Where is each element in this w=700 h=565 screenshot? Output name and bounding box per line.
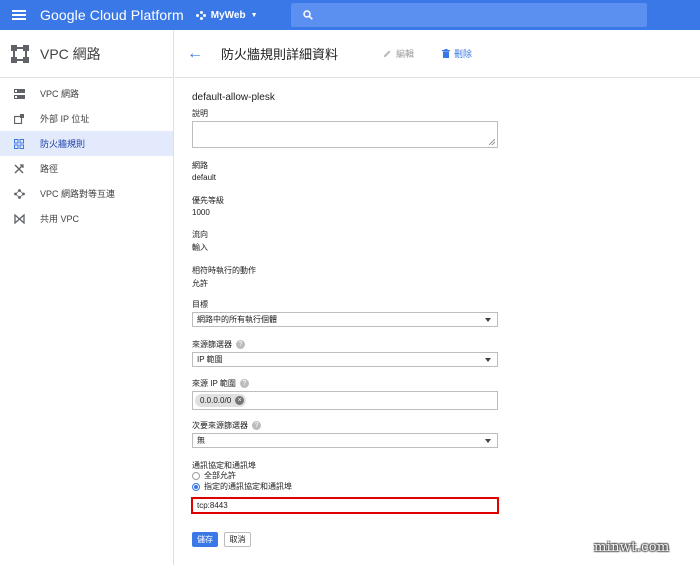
dropdown-arrow-icon — [485, 318, 491, 322]
sidebar-title: VPC 網路 — [40, 45, 101, 62]
search-input[interactable] — [291, 3, 647, 27]
sidebar-item-external-ip[interactable]: 外部 IP 位址 — [0, 106, 173, 131]
network-icon — [13, 88, 25, 100]
ports-value: tcp:8443 — [197, 501, 228, 510]
project-dots-icon — [195, 10, 206, 20]
edit-button[interactable]: 編輯 — [383, 47, 414, 60]
dropdown-arrow-icon — [485, 358, 491, 362]
top-app-bar: Google Cloud Platform MyWeb ▼ — [0, 0, 700, 30]
sidebar-item-label: 路徑 — [40, 164, 59, 174]
vpc-network-logo-icon — [11, 44, 29, 63]
watermark: minwt.com — [594, 540, 670, 555]
save-button[interactable]: 儲存 — [192, 532, 218, 547]
trash-icon — [442, 49, 450, 58]
secondary-filter-select[interactable]: 無 — [192, 433, 498, 448]
rule-name: default-allow-plesk — [192, 92, 275, 103]
priority-value: 1000 — [192, 208, 210, 217]
sidebar-item-label: 共用 VPC — [40, 214, 80, 224]
app-title[interactable]: Google Cloud Platform — [40, 7, 184, 23]
priority-label: 優先等級 — [192, 196, 224, 205]
radio-button[interactable] — [192, 482, 200, 491]
sidebar-item-firewall-rules[interactable]: 防火牆規則 — [0, 131, 173, 156]
sidebar-item-routes[interactable]: 路徑 — [0, 156, 173, 181]
source-ip-label: 來源 IP 範圍 — [192, 379, 236, 388]
description-textarea[interactable] — [192, 121, 498, 148]
sidebar-item-vpc-peering[interactable]: VPC 網路對等互連 — [0, 181, 173, 206]
peering-icon — [13, 188, 25, 200]
back-arrow-icon[interactable]: ← — [187, 45, 203, 62]
dropdown-arrow-icon — [485, 439, 491, 443]
page-title: 防火牆規則詳細資料 — [221, 47, 339, 62]
pencil-icon — [384, 50, 391, 57]
source-filter-selected-value: IP 範圍 — [197, 355, 223, 364]
ports-input[interactable]: tcp:8443 — [191, 497, 499, 514]
sidebar-nav: VPC 網路 外部 IP 位址 防火牆規則 路徑 VPC 網路對等互連 共用 V… — [0, 78, 173, 231]
menu-icon[interactable] — [12, 10, 26, 20]
delete-button[interactable]: 刪除 — [442, 47, 472, 60]
source-filter-label-row: 來源篩選器? — [192, 339, 245, 350]
radio-button[interactable] — [192, 471, 200, 480]
network-value: default — [192, 173, 217, 182]
direction-label: 流向 — [192, 230, 208, 239]
sidebar: VPC 網路 VPC 網路 外部 IP 位址 防火牆規則 路徑 VPC 網路對等… — [0, 30, 174, 565]
radio-allow-all[interactable]: 全部允許 — [192, 470, 236, 481]
chevron-down-icon: ▼ — [250, 11, 258, 19]
secondary-filter-selected-value: 無 — [197, 436, 205, 445]
help-icon[interactable]: ? — [236, 340, 245, 350]
sidebar-item-vpc-networks[interactable]: VPC 網路 — [0, 81, 173, 106]
search-icon — [303, 10, 313, 20]
ip-range-chip: 0.0.0.0/0 × — [195, 394, 247, 407]
sidebar-item-label: VPC 網路對等互連 — [40, 189, 116, 199]
project-selector[interactable]: MyWeb ▼ — [195, 9, 258, 21]
action-value: 允許 — [192, 279, 208, 288]
delete-label: 刪除 — [454, 49, 473, 59]
secondary-filter-label-row: 次要來源篩選器? — [192, 420, 261, 431]
shared-vpc-icon — [13, 213, 25, 225]
resize-handle-icon[interactable] — [489, 139, 495, 145]
external-ip-icon — [13, 113, 25, 125]
edit-label: 編輯 — [396, 49, 415, 59]
routes-icon — [13, 163, 25, 175]
close-icon[interactable]: × — [235, 396, 245, 405]
sidebar-item-label: 外部 IP 位址 — [40, 114, 90, 124]
secondary-filter-label: 次要來源篩選器 — [192, 421, 248, 430]
help-icon[interactable]: ? — [252, 421, 261, 431]
description-label: 說明 — [192, 109, 208, 118]
radio-specified-protocols[interactable]: 指定的通訊協定和通訊埠 — [192, 481, 292, 492]
sidebar-item-label: VPC 網路 — [40, 89, 80, 99]
source-filter-label: 來源篩選器 — [192, 340, 232, 349]
sidebar-header: VPC 網路 — [0, 30, 173, 78]
project-name: MyWeb — [210, 9, 246, 21]
page-header: ← 防火牆規則詳細資料 編輯 刪除 — [175, 30, 700, 78]
sidebar-item-label: 防火牆規則 — [40, 139, 86, 149]
network-label: 網路 — [192, 161, 208, 170]
target-select[interactable]: 網路中的所有執行個體 — [192, 312, 498, 327]
ip-range-chip-label: 0.0.0.0/0 — [200, 396, 232, 405]
source-ip-label-row: 來源 IP 範圍? — [192, 378, 249, 389]
help-icon[interactable]: ? — [239, 379, 249, 389]
radio-specified-label: 指定的通訊協定和通訊埠 — [204, 482, 292, 491]
source-filter-select[interactable]: IP 範圍 — [192, 352, 498, 367]
source-ip-input[interactable]: 0.0.0.0/0 × — [192, 391, 498, 410]
cancel-button[interactable]: 取消 — [224, 532, 251, 547]
target-selected-value: 網路中的所有執行個體 — [197, 315, 277, 324]
radio-allow-all-label: 全部允許 — [204, 471, 236, 480]
sidebar-item-shared-vpc[interactable]: 共用 VPC — [0, 206, 173, 231]
direction-value: 輸入 — [192, 243, 208, 252]
firewall-icon — [13, 138, 25, 150]
target-label: 目標 — [192, 300, 208, 309]
action-label: 相符時執行的動作 — [192, 266, 256, 275]
